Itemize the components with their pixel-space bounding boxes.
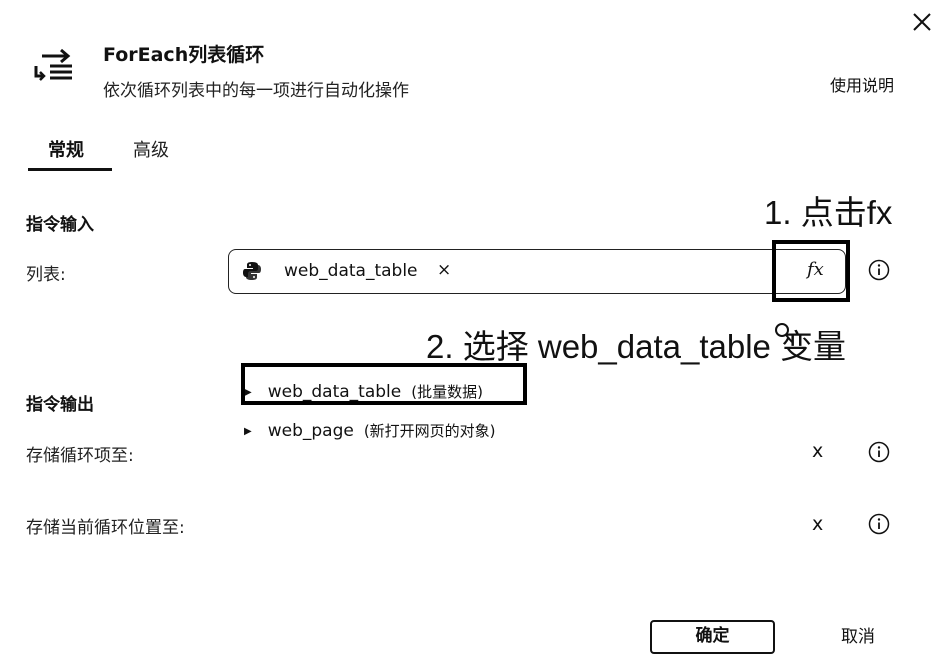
fx-highlight-box: [772, 240, 850, 302]
cancel-button[interactable]: 取消: [841, 622, 875, 647]
output-section-title: 指令输出: [26, 395, 94, 415]
info-icon[interactable]: [868, 441, 890, 463]
option-name: web_page: [267, 421, 354, 441]
chip-remove-icon[interactable]: ×: [437, 260, 451, 280]
store-index-label: 存储当前循环位置至:: [26, 518, 185, 538]
dropdown-option-web-page[interactable]: ▶ web_page (新打开网页的对象): [244, 420, 496, 441]
python-icon: [243, 262, 261, 280]
store-index-fx-button[interactable]: x: [812, 513, 823, 535]
confirm-button[interactable]: 确定: [650, 620, 775, 654]
active-tab-indicator: [28, 168, 112, 171]
list-input[interactable]: web_data_table × fx: [228, 249, 846, 294]
mouse-cursor-icon: [775, 323, 793, 343]
tab-general[interactable]: 常规: [48, 136, 84, 162]
tab-advanced[interactable]: 高级: [133, 136, 169, 162]
close-icon: [913, 13, 931, 31]
store-item-label: 存储循环项至:: [26, 446, 134, 466]
list-label: 列表:: [26, 265, 66, 285]
option-highlight-box: [241, 363, 527, 405]
store-item-fx-button[interactable]: x: [812, 440, 823, 462]
dialog-subtitle: 依次循环列表中的每一项进行自动化操作: [103, 81, 409, 101]
info-icon[interactable]: [868, 259, 890, 281]
option-note: (新打开网页的对象): [363, 422, 496, 440]
input-section-title: 指令输入: [26, 215, 94, 235]
close-button[interactable]: [908, 8, 936, 36]
info-icon[interactable]: [868, 513, 890, 535]
expand-arrow-icon: ▶: [244, 426, 252, 437]
dialog-title: ForEach列表循环: [103, 44, 265, 66]
loop-list-icon: [34, 48, 72, 81]
annotation-step-1: 1. 点击fx: [764, 194, 893, 231]
help-link[interactable]: 使用说明: [830, 72, 894, 96]
selected-variable-chip: web_data_table: [284, 261, 418, 281]
